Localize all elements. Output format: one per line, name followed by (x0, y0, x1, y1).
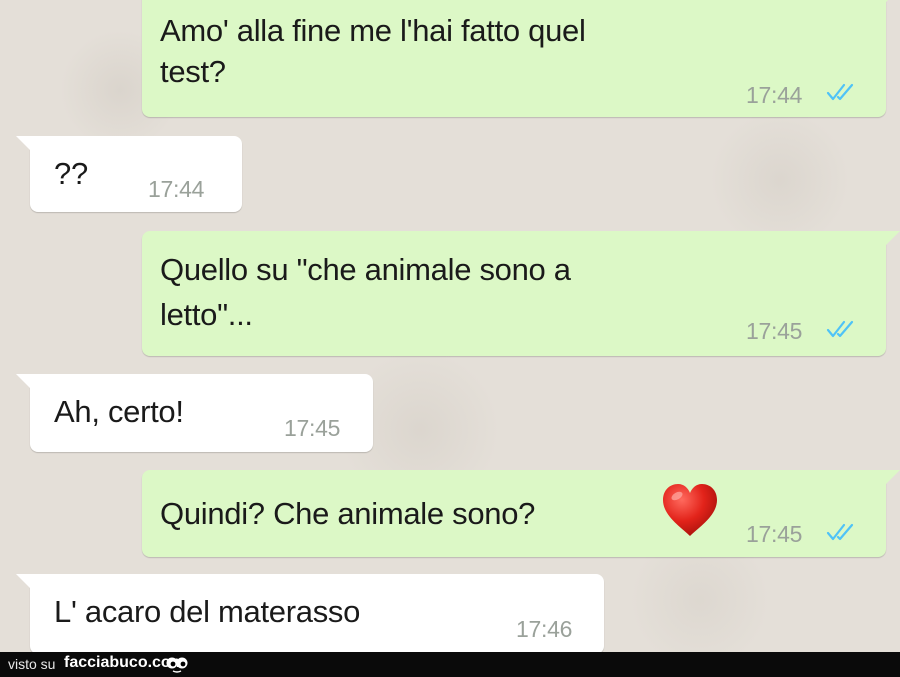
message-bubble-sent[interactable]: Quello su "che animale sono a letto"... … (142, 231, 900, 356)
message-timestamp: 17:44 (148, 176, 205, 202)
red-heart-icon (663, 484, 717, 536)
message-text: Ah, certo! (54, 394, 184, 429)
message-text: ?? (54, 156, 88, 191)
message-timestamp: 17:45 (746, 521, 803, 547)
message-bubble-received[interactable]: Ah, certo! 17:45 (16, 374, 373, 452)
watermark-prefix: visto su (8, 656, 56, 672)
message-bubble-sent[interactable]: Quindi? Che animale sono? 17:45 (142, 470, 900, 557)
message-text: Quindi? Che animale sono? (160, 496, 536, 531)
message-bubble-sent[interactable]: Amo' alla fine me l'hai fatto quel test?… (142, 0, 900, 117)
message-text: Amo' alla fine me l'hai fatto quel (160, 13, 586, 48)
message-timestamp: 17:45 (746, 318, 803, 344)
message-text: L' acaro del materasso (54, 594, 361, 629)
message-bubble-received[interactable]: L' acaro del materasso 17:46 (16, 574, 604, 654)
message-text: Quello su "che animale sono a (160, 252, 571, 287)
eyes-icon (166, 657, 188, 673)
message-timestamp: 17:44 (746, 82, 803, 108)
watermark-footer: visto su facciabuco.com (0, 652, 900, 677)
message-text: letto"... (160, 297, 253, 332)
message-text: test? (160, 54, 226, 89)
double-tick-icon (826, 523, 854, 541)
double-tick-icon (826, 320, 854, 338)
chat-area: Amo' alla fine me l'hai fatto quel test?… (0, 0, 900, 654)
double-tick-icon (826, 83, 854, 101)
message-bubble-received[interactable]: ?? 17:44 (16, 136, 242, 212)
message-timestamp: 17:45 (284, 415, 341, 441)
message-timestamp: 17:46 (516, 616, 573, 642)
